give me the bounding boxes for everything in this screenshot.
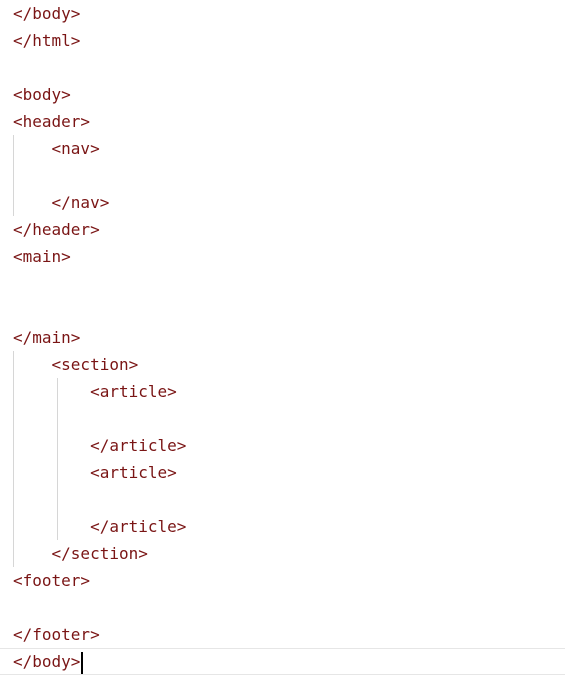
- code-line[interactable]: [13, 297, 565, 324]
- current-code-line[interactable]: </body>: [0, 648, 565, 675]
- code-line[interactable]: </html>: [13, 27, 565, 54]
- code-line[interactable]: </nav>: [13, 189, 565, 216]
- code-editor[interactable]: </body> </html> <body> <header> <nav> </…: [0, 0, 565, 677]
- code-line-text: </body>: [13, 652, 81, 671]
- code-lines: </body> </html> <body> <header> <nav> </…: [0, 0, 565, 675]
- code-line[interactable]: [13, 594, 565, 621]
- code-line[interactable]: [13, 162, 565, 189]
- code-line[interactable]: </section>: [13, 540, 565, 567]
- code-line[interactable]: <article>: [13, 459, 565, 486]
- code-line[interactable]: </article>: [13, 513, 565, 540]
- code-line[interactable]: [13, 270, 565, 297]
- code-line[interactable]: </article>: [13, 432, 565, 459]
- code-line[interactable]: <main>: [13, 243, 565, 270]
- text-cursor: [81, 651, 84, 674]
- code-line[interactable]: </main>: [13, 324, 565, 351]
- code-line[interactable]: <footer>: [13, 567, 565, 594]
- code-line[interactable]: <header>: [13, 108, 565, 135]
- code-line[interactable]: [13, 54, 565, 81]
- code-line[interactable]: </body>: [13, 0, 565, 27]
- code-line[interactable]: <section>: [13, 351, 565, 378]
- code-line[interactable]: </header>: [13, 216, 565, 243]
- code-line[interactable]: <body>: [13, 81, 565, 108]
- code-line[interactable]: <article>: [13, 378, 565, 405]
- code-line[interactable]: [13, 486, 565, 513]
- code-line[interactable]: [13, 405, 565, 432]
- code-line[interactable]: <nav>: [13, 135, 565, 162]
- code-line[interactable]: </footer>: [13, 621, 565, 648]
